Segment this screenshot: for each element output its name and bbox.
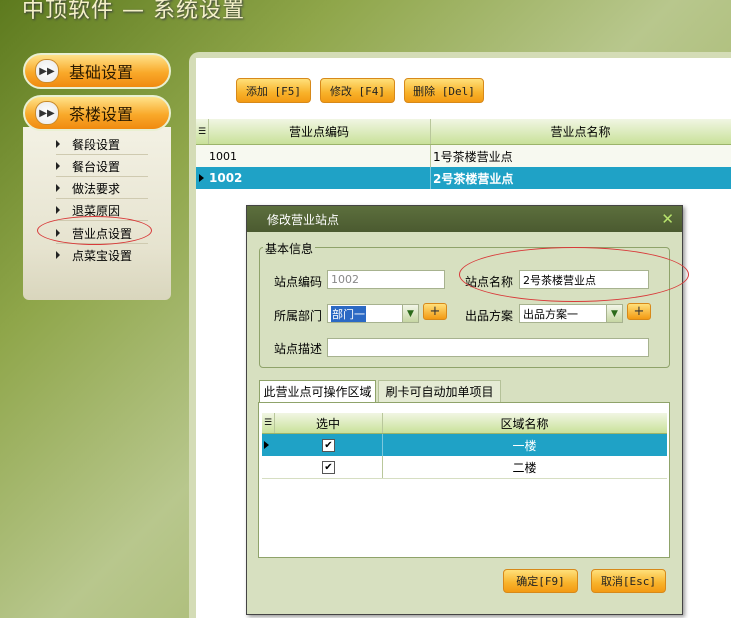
- double-chevron-icon: ▶▶: [35, 101, 59, 125]
- station-code-label: 站点编码: [274, 275, 323, 289]
- product-plan-label: 出品方案: [465, 309, 514, 323]
- department-label: 所属部门: [274, 309, 323, 323]
- station-name-field[interactable]: 2号茶楼营业点: [519, 270, 649, 289]
- tab-operable-areas[interactable]: 此营业点可操作区域: [259, 380, 376, 402]
- sidebar-item-return-reason[interactable]: 退菜原因: [56, 200, 148, 221]
- sidebar-item-label: 营业点设置: [72, 226, 133, 241]
- cell-name: 1号茶楼营业点: [433, 149, 513, 164]
- app-title: 中顶软件 — 系统设置: [22, 0, 245, 23]
- cell-area-name: 二楼: [512, 460, 537, 475]
- group-legend: 基本信息: [263, 240, 316, 257]
- add-department-button[interactable]: +: [423, 303, 447, 320]
- description-field[interactable]: [327, 338, 649, 357]
- sidebar-item-label: 退菜原因: [72, 203, 121, 218]
- arrow-right-icon: [56, 251, 60, 259]
- grid-menu-icon[interactable]: ☰: [196, 119, 208, 144]
- table-row-selected[interactable]: 1002 2号茶楼营业点: [196, 167, 731, 189]
- teahouse-settings-label: 茶楼设置: [69, 105, 134, 124]
- description-label: 站点描述: [274, 342, 323, 356]
- station-name-label: 站点名称: [465, 275, 514, 289]
- station-code-field[interactable]: 1002: [327, 270, 445, 289]
- area-row-selected[interactable]: ✔ 一楼: [262, 434, 667, 456]
- basic-settings-label: 基础设置: [69, 63, 134, 82]
- column-header-name[interactable]: 营业点名称: [430, 119, 731, 144]
- sidebar-item-business-point[interactable]: 营业点设置: [56, 223, 148, 244]
- dialog-title: 修改营业站点: [267, 212, 340, 227]
- cell-code: 1002: [209, 171, 243, 185]
- sidebar-item-meal-period[interactable]: 餐段设置: [56, 134, 148, 155]
- dialog-title-bar[interactable]: 修改营业站点 ✕: [247, 206, 682, 232]
- row-pointer-icon: [264, 441, 269, 449]
- product-plan-select[interactable]: 出品方案一 ▼: [519, 304, 623, 323]
- table-row[interactable]: 1001 1号茶楼营业点: [196, 145, 731, 168]
- edit-button[interactable]: 修改 [F4]: [320, 78, 395, 103]
- arrow-right-icon: [56, 140, 60, 148]
- sidebar-item-table[interactable]: 餐台设置: [56, 156, 148, 177]
- sidebar-item-cooking-method[interactable]: 做法要求: [56, 178, 148, 199]
- double-chevron-icon: ▶▶: [35, 59, 59, 83]
- add-product-plan-button[interactable]: +: [627, 303, 651, 320]
- chevron-down-icon[interactable]: ▼: [402, 305, 418, 322]
- cell-name: 2号茶楼营业点: [433, 171, 514, 186]
- cell-code: 1001: [209, 149, 237, 163]
- area-grid-header: ☰ 选中 区域名称: [262, 413, 667, 434]
- area-checkbox[interactable]: ✔: [322, 439, 335, 452]
- cancel-button[interactable]: 取消[Esc]: [591, 569, 666, 593]
- close-icon[interactable]: ✕: [661, 210, 674, 228]
- cell-area-name: 一楼: [512, 438, 537, 453]
- edit-station-dialog: 修改营业站点 ✕ 基本信息 站点编码 1002 站点名称 2号茶楼营业点 所属部…: [246, 205, 689, 615]
- product-plan-value: 出品方案一: [523, 307, 578, 321]
- sidebar-item-label: 餐段设置: [72, 137, 121, 152]
- delete-button[interactable]: 删除 [Del]: [404, 78, 484, 103]
- column-header-area-name[interactable]: 区域名称: [382, 413, 667, 433]
- area-checkbox[interactable]: ✔: [322, 461, 335, 474]
- sidebar-item-label: 做法要求: [72, 181, 121, 196]
- department-select[interactable]: 部门一 ▼: [327, 304, 419, 323]
- column-header-selected[interactable]: 选中: [274, 413, 382, 433]
- ok-button[interactable]: 确定[F9]: [503, 569, 578, 593]
- sidebar-item-order-device[interactable]: 点菜宝设置: [56, 245, 148, 265]
- add-button[interactable]: 添加 [F5]: [236, 78, 311, 103]
- tab-auto-add-items[interactable]: 刷卡可自动加单项目: [378, 380, 501, 402]
- grid-header: ☰ 营业点编码 营业点名称: [196, 119, 731, 145]
- sidebar-item-label: 餐台设置: [72, 159, 121, 174]
- column-header-code[interactable]: 营业点编码: [208, 119, 430, 144]
- row-pointer-icon: [199, 174, 204, 182]
- department-value: 部门一: [331, 305, 366, 322]
- tab-content: ☰ 选中 区域名称 ✔ 一楼 ✔ 二楼: [258, 402, 670, 558]
- chevron-down-icon[interactable]: ▼: [606, 305, 622, 322]
- arrow-right-icon: [56, 206, 60, 214]
- area-row[interactable]: ✔ 二楼: [262, 456, 667, 479]
- arrow-right-icon: [56, 184, 60, 192]
- arrow-right-icon: [56, 162, 60, 170]
- basic-settings-button[interactable]: ▶▶ 基础设置: [23, 53, 171, 89]
- grid-menu-icon[interactable]: ☰: [262, 413, 274, 433]
- arrow-right-icon: [56, 229, 60, 237]
- sidebar-item-label: 点菜宝设置: [72, 248, 133, 263]
- teahouse-settings-button[interactable]: ▶▶ 茶楼设置: [23, 95, 171, 131]
